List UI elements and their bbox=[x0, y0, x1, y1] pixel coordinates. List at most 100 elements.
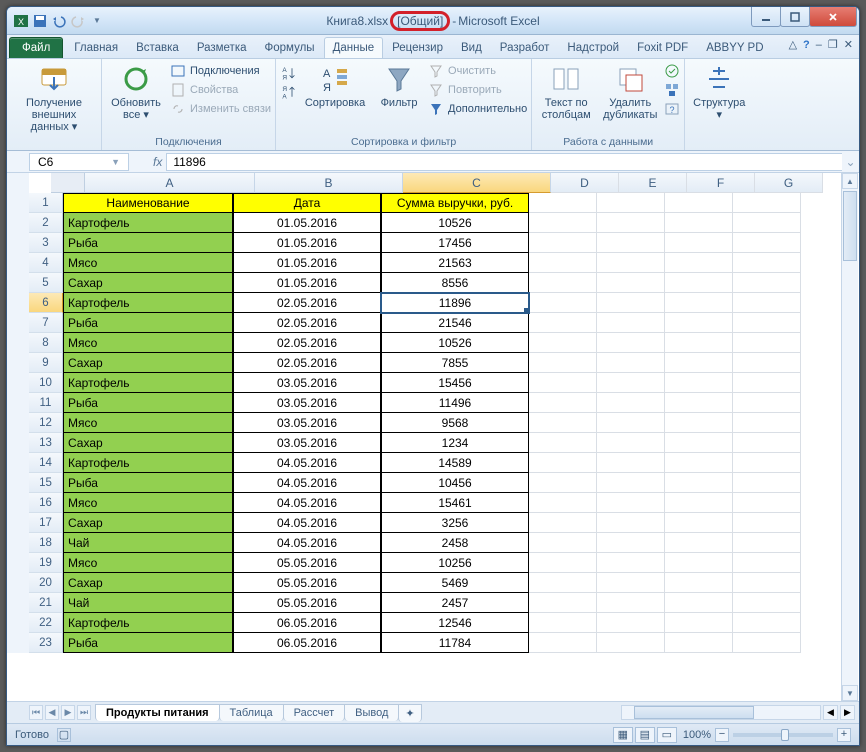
col-C[interactable]: C bbox=[403, 173, 551, 193]
header-date[interactable]: Дата bbox=[233, 193, 381, 213]
row-header[interactable]: 10 bbox=[29, 373, 63, 393]
cell[interactable]: 11496 bbox=[381, 393, 529, 413]
select-all-corner[interactable] bbox=[51, 173, 85, 193]
cell[interactable] bbox=[665, 373, 733, 393]
cell[interactable]: Сахар bbox=[63, 433, 233, 453]
cell[interactable]: 21546 bbox=[381, 313, 529, 333]
cell[interactable] bbox=[597, 633, 665, 653]
undo-icon[interactable] bbox=[51, 13, 67, 29]
row-header[interactable]: 17 bbox=[29, 513, 63, 533]
tab-file[interactable]: Файл bbox=[9, 37, 63, 58]
cell[interactable] bbox=[733, 513, 801, 533]
row-header[interactable]: 16 bbox=[29, 493, 63, 513]
cell[interactable] bbox=[733, 393, 801, 413]
tab-data[interactable]: Данные bbox=[324, 37, 384, 58]
row-header[interactable]: 3 bbox=[29, 233, 63, 253]
cell[interactable]: Картофель bbox=[63, 213, 233, 233]
tab-foxit[interactable]: Foxit PDF bbox=[628, 37, 697, 58]
cell[interactable]: 10456 bbox=[381, 473, 529, 493]
cell[interactable] bbox=[665, 413, 733, 433]
cell[interactable]: Картофель bbox=[63, 613, 233, 633]
cell[interactable]: Сахар bbox=[63, 273, 233, 293]
cell[interactable] bbox=[733, 453, 801, 473]
cell[interactable] bbox=[597, 373, 665, 393]
cell[interactable]: 2457 bbox=[381, 593, 529, 613]
row-header[interactable]: 1 bbox=[29, 193, 63, 213]
tab-insert[interactable]: Вставка bbox=[127, 37, 188, 58]
cell[interactable] bbox=[733, 433, 801, 453]
cell[interactable]: 04.05.2016 bbox=[233, 533, 381, 553]
cell[interactable]: Сахар bbox=[63, 353, 233, 373]
pagelayout-view-icon[interactable]: ▤ bbox=[635, 727, 655, 743]
cell[interactable] bbox=[665, 313, 733, 333]
row-header[interactable]: 5 bbox=[29, 273, 63, 293]
connections-button[interactable]: Подключения bbox=[170, 63, 271, 79]
row-header[interactable]: 19 bbox=[29, 553, 63, 573]
row-header[interactable]: 22 bbox=[29, 613, 63, 633]
cell[interactable] bbox=[733, 533, 801, 553]
fx-icon[interactable]: fx bbox=[149, 155, 166, 169]
row-header[interactable]: 9 bbox=[29, 353, 63, 373]
cell[interactable]: 03.05.2016 bbox=[233, 373, 381, 393]
cell[interactable]: Сахар bbox=[63, 573, 233, 593]
refresh-all-button[interactable]: Обновить все ▾ bbox=[106, 61, 166, 123]
cell[interactable] bbox=[665, 613, 733, 633]
cell[interactable] bbox=[733, 333, 801, 353]
cell[interactable] bbox=[529, 333, 597, 353]
cell[interactable]: 01.05.2016 bbox=[233, 253, 381, 273]
tab-abbyy[interactable]: ABBYY PD bbox=[697, 37, 772, 58]
cell[interactable] bbox=[665, 493, 733, 513]
row-header[interactable]: 11 bbox=[29, 393, 63, 413]
edit-links-button[interactable]: Изменить связи bbox=[170, 101, 271, 117]
scroll-down-icon[interactable]: ▼ bbox=[842, 685, 858, 701]
cell[interactable]: 04.05.2016 bbox=[233, 453, 381, 473]
hscroll-thumb[interactable] bbox=[634, 706, 754, 719]
cell[interactable] bbox=[529, 453, 597, 473]
cell[interactable]: Сахар bbox=[63, 513, 233, 533]
sheet-tab-1[interactable]: Продукты питания bbox=[95, 704, 220, 721]
cell[interactable] bbox=[597, 473, 665, 493]
expand-formula-icon[interactable]: ⌄ bbox=[842, 155, 859, 169]
sheet-next-icon[interactable]: ▶ bbox=[61, 705, 75, 720]
cell[interactable]: Чай bbox=[63, 533, 233, 553]
header-revenue[interactable]: Сумма выручки, руб. bbox=[381, 193, 529, 213]
cell[interactable]: 04.05.2016 bbox=[233, 473, 381, 493]
cell[interactable] bbox=[529, 633, 597, 653]
cell[interactable] bbox=[529, 533, 597, 553]
row-header[interactable]: 15 bbox=[29, 473, 63, 493]
cell[interactable]: 04.05.2016 bbox=[233, 493, 381, 513]
cell[interactable] bbox=[733, 353, 801, 373]
cell[interactable]: Мясо bbox=[63, 493, 233, 513]
cell[interactable] bbox=[529, 353, 597, 373]
sheet-first-icon[interactable]: ⏮ bbox=[29, 705, 43, 720]
clear-filter-button[interactable]: Очистить bbox=[428, 63, 527, 79]
qat-more-icon[interactable]: ▼ bbox=[89, 13, 105, 29]
cell[interactable] bbox=[597, 313, 665, 333]
cell[interactable]: 05.05.2016 bbox=[233, 553, 381, 573]
cell[interactable] bbox=[733, 633, 801, 653]
row-header[interactable]: 7 bbox=[29, 313, 63, 333]
cell[interactable] bbox=[665, 553, 733, 573]
cell[interactable] bbox=[733, 293, 801, 313]
horizontal-scrollbar[interactable] bbox=[621, 705, 821, 720]
cell[interactable] bbox=[597, 573, 665, 593]
cell[interactable] bbox=[597, 593, 665, 613]
cell[interactable] bbox=[529, 273, 597, 293]
cell[interactable]: 10526 bbox=[381, 333, 529, 353]
cell[interactable]: Рыба bbox=[63, 313, 233, 333]
cell[interactable]: 01.05.2016 bbox=[233, 233, 381, 253]
sheet-tab-4[interactable]: Вывод bbox=[344, 704, 399, 721]
cell[interactable] bbox=[733, 553, 801, 573]
cell[interactable]: 05.05.2016 bbox=[233, 593, 381, 613]
row-header[interactable]: 6 bbox=[29, 293, 63, 313]
cell[interactable]: 02.05.2016 bbox=[233, 293, 381, 313]
cell[interactable] bbox=[597, 493, 665, 513]
row-header[interactable]: 21 bbox=[29, 593, 63, 613]
cell[interactable]: 2458 bbox=[381, 533, 529, 553]
cell[interactable] bbox=[597, 353, 665, 373]
cell[interactable] bbox=[597, 433, 665, 453]
cell[interactable] bbox=[597, 293, 665, 313]
cell[interactable]: 02.05.2016 bbox=[233, 353, 381, 373]
tab-review[interactable]: Рецензир bbox=[383, 37, 452, 58]
cell[interactable] bbox=[733, 573, 801, 593]
